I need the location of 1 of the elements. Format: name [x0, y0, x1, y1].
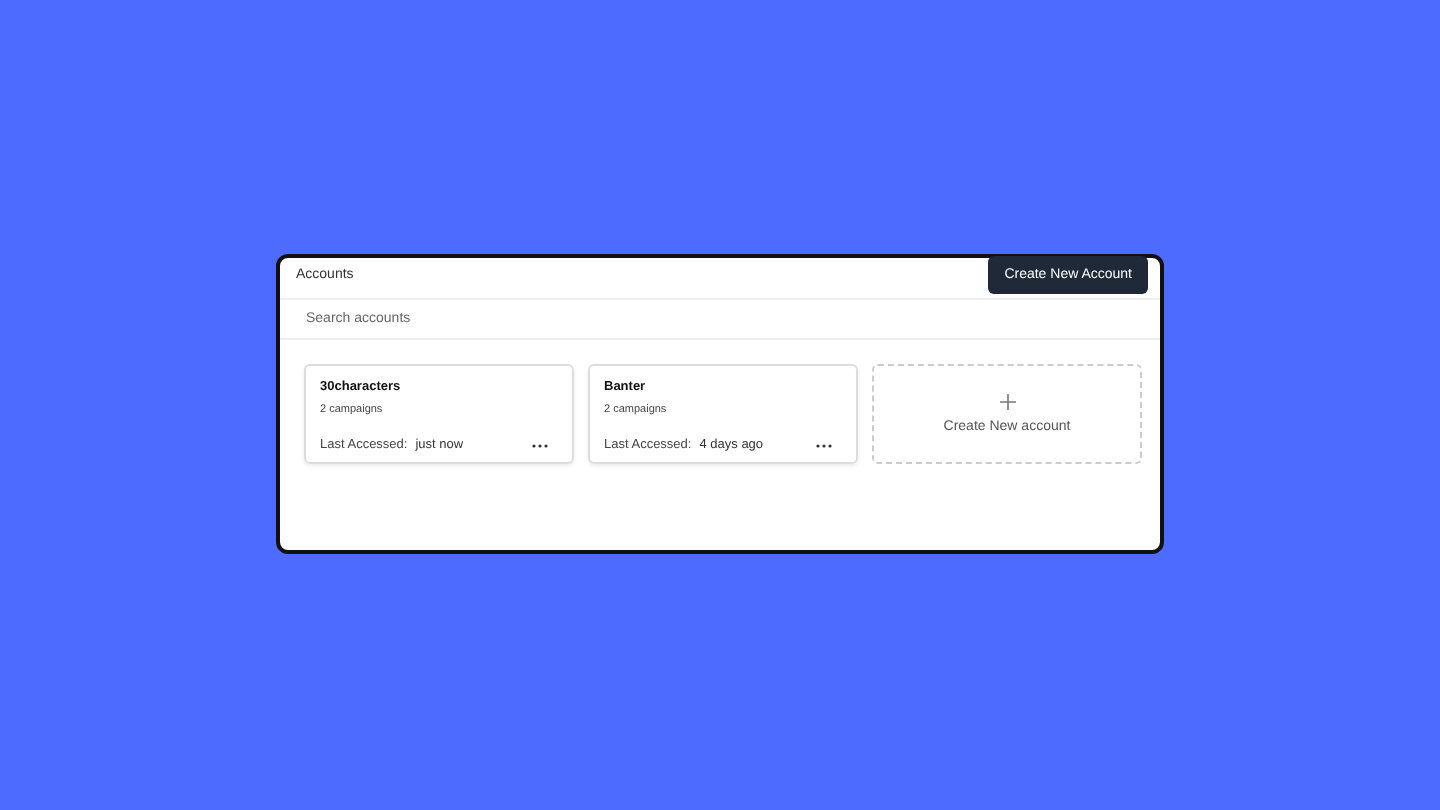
plus-icon: [999, 394, 1015, 410]
